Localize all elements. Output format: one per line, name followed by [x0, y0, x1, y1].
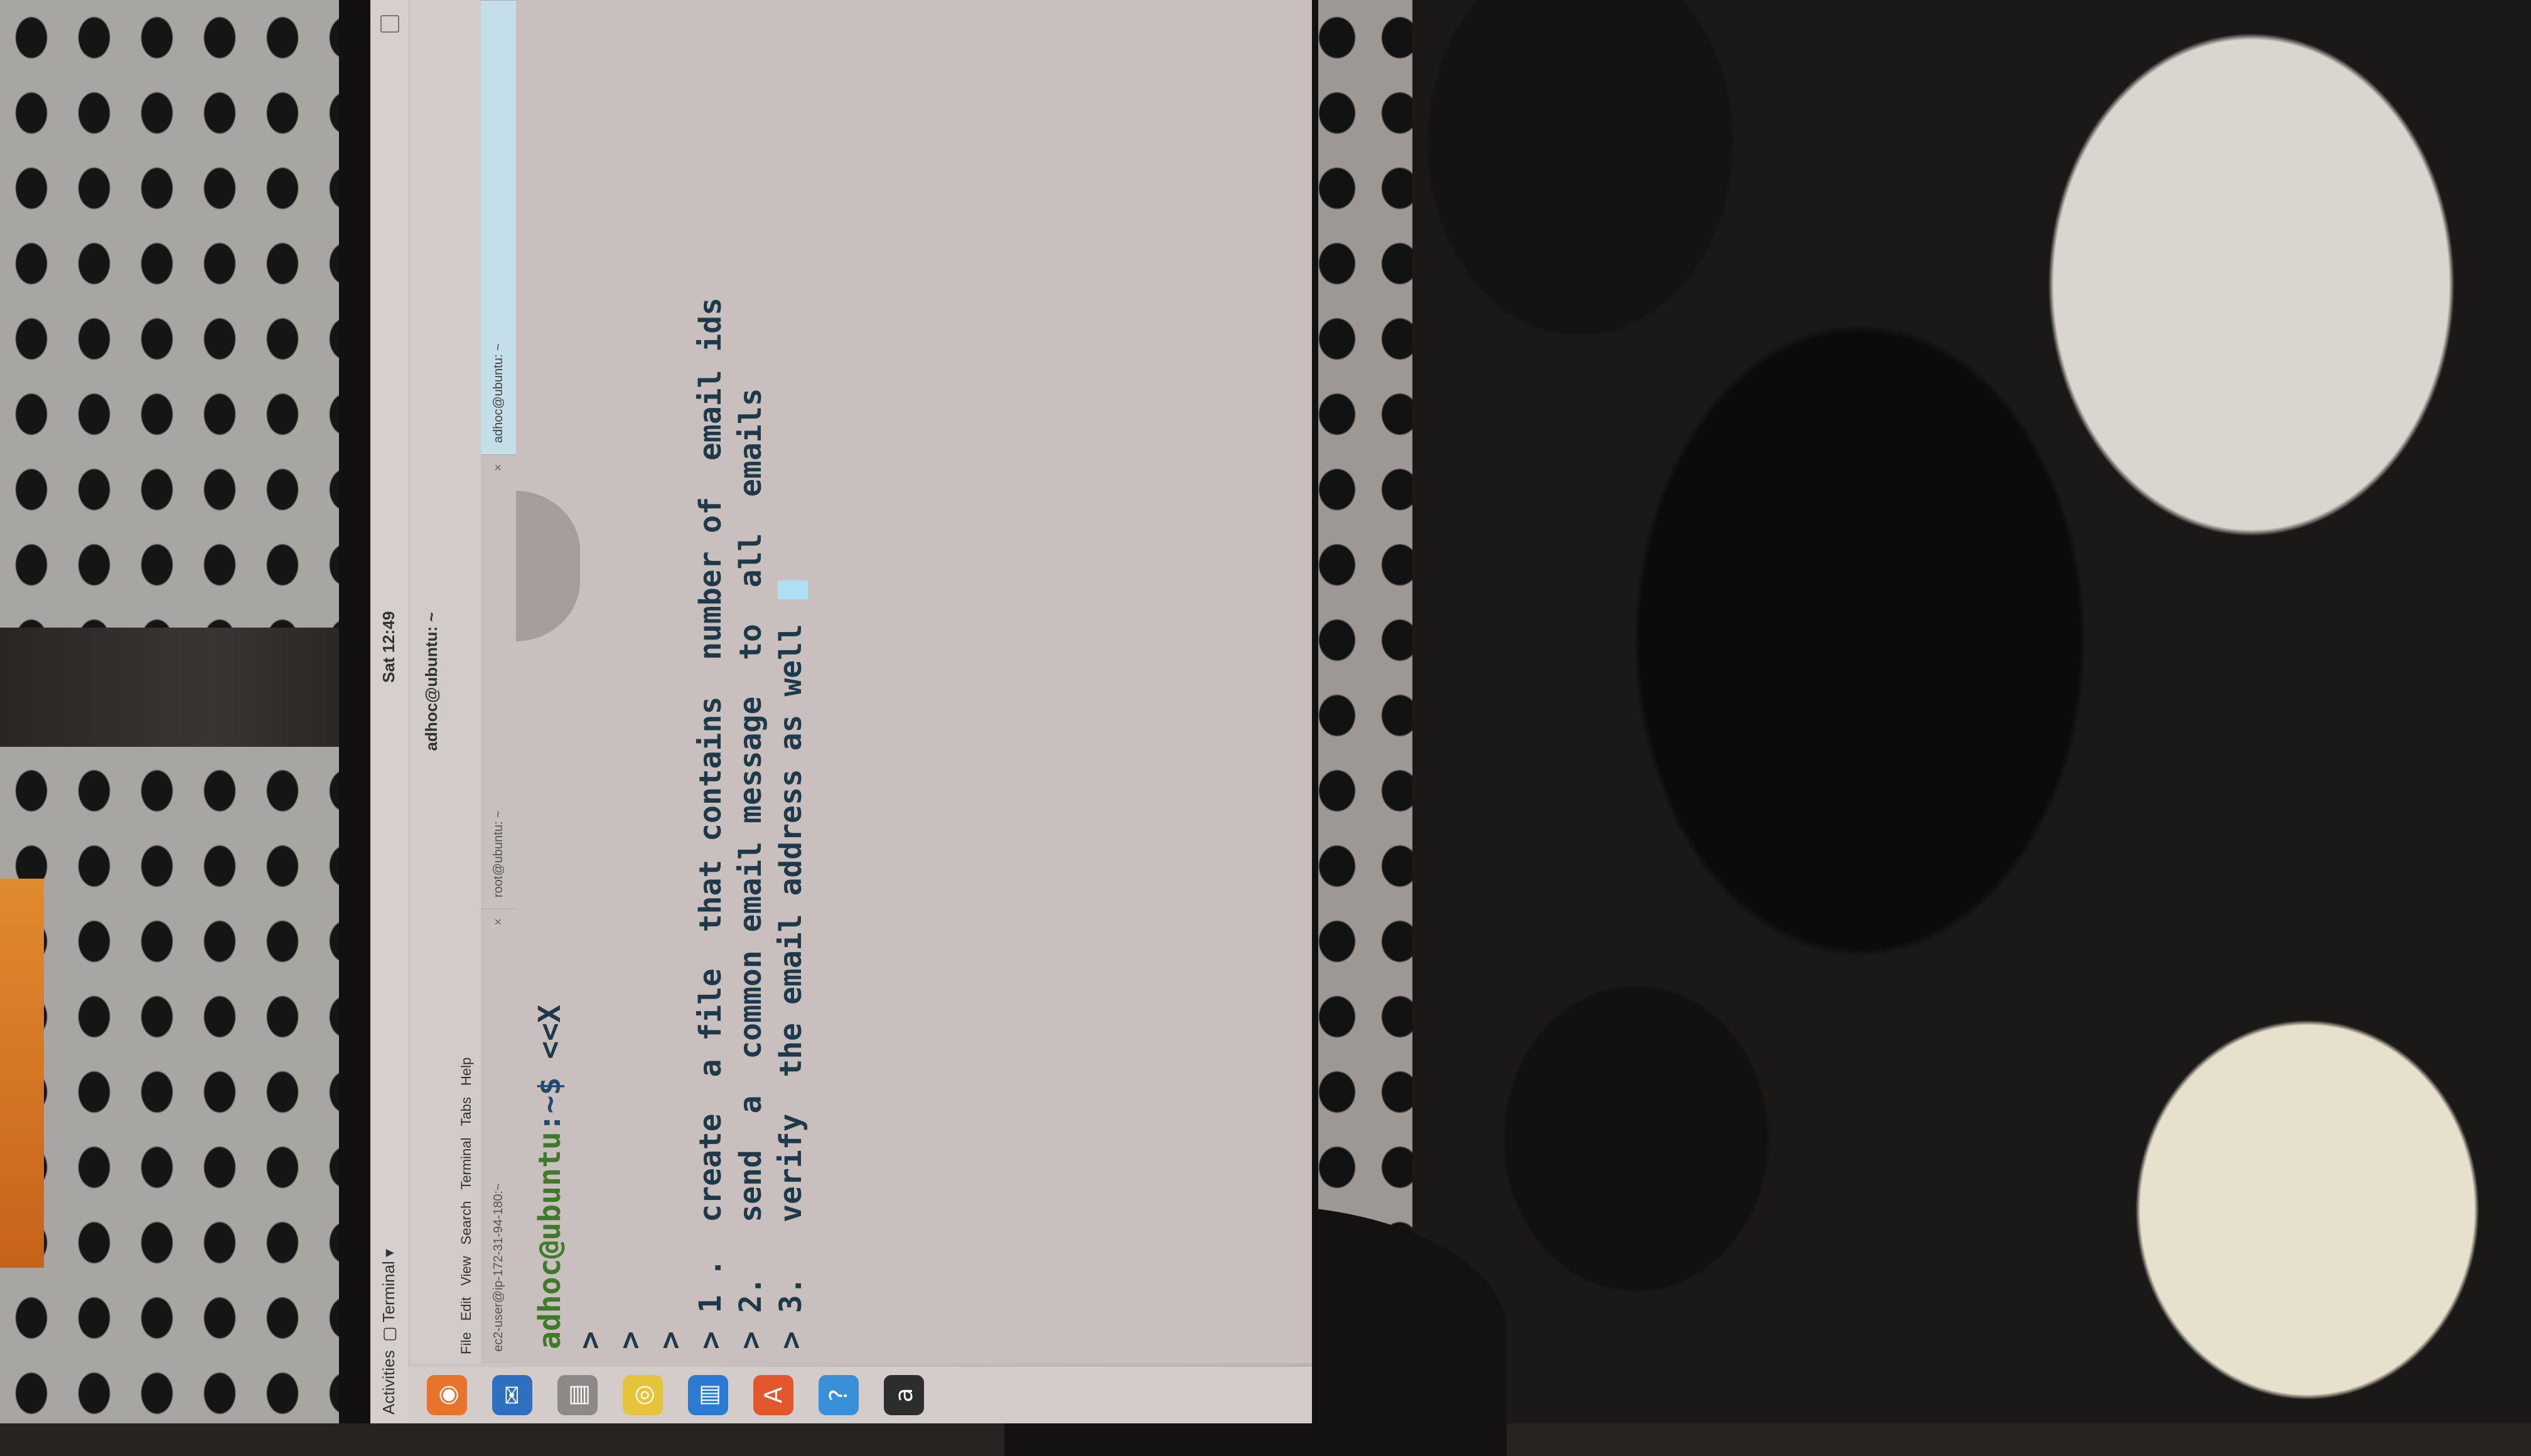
menu-edit[interactable]: Edit	[452, 1297, 481, 1321]
amazon-icon[interactable]: a	[884, 1375, 924, 1415]
clock[interactable]: Sat 12:49	[379, 611, 399, 683]
terminal-window: adhoc@ubuntu: ~ File Edit View Search Te…	[411, 0, 1312, 1363]
heredoc-line: >	[572, 1331, 608, 1349]
heredoc-line: >	[653, 1331, 688, 1349]
prompt-user: adhoc@ubuntu	[532, 1132, 567, 1349]
prompt-path: :~$	[532, 1077, 567, 1132]
software-center-icon[interactable]: A	[753, 1375, 793, 1415]
menu-search[interactable]: Search	[452, 1201, 481, 1245]
text-cursor	[778, 581, 808, 600]
app-menu-label: Terminal	[379, 1261, 398, 1323]
help-icon[interactable]: ?	[819, 1375, 859, 1415]
files-icon[interactable]: ▤	[557, 1375, 598, 1415]
menu-bar: File Edit View Search Terminal Tabs Help	[452, 0, 481, 1363]
heredoc-line: >	[613, 1331, 648, 1349]
window-title: adhoc@ubuntu: ~	[411, 0, 452, 1363]
audience	[1412, 0, 2531, 1423]
chevron-down-icon: ▾	[379, 1249, 398, 1258]
menu-help[interactable]: Help	[452, 1057, 481, 1086]
close-icon[interactable]: ×	[481, 918, 516, 926]
heredoc-line: > 2. send a common email message to all …	[733, 388, 768, 1349]
ubuntu-desktop: Activities ▢ Terminal ▾ Sat 12:49 ◉ ✉ ▤ …	[370, 0, 1312, 1423]
orange-object	[0, 879, 44, 1268]
prompt-line: adhoc@ubuntu:~$ <<X	[530, 14, 570, 1349]
menu-file[interactable]: File	[452, 1332, 481, 1354]
activities-button[interactable]: Activities	[379, 1350, 399, 1415]
firefox-icon[interactable]: ◉	[427, 1375, 467, 1415]
wall-beam	[0, 628, 352, 747]
terminal-app-icon: ▢	[379, 1326, 398, 1342]
menu-terminal[interactable]: Terminal	[452, 1137, 481, 1189]
terminal-output[interactable]: adhoc@ubuntu:~$ <<X > > > > 1 . create a fil…	[517, 0, 1312, 1363]
menu-tabs[interactable]: Tabs	[452, 1097, 481, 1126]
command-text: <<X	[532, 1004, 567, 1078]
menu-view[interactable]: View	[452, 1256, 481, 1285]
heredoc-text: > 3. verify the email address as well	[773, 606, 809, 1349]
power-icon[interactable]	[380, 15, 399, 33]
top-bar: Activities ▢ Terminal ▾ Sat 12:49	[370, 0, 408, 1423]
dock: ◉ ✉ ▤ ◎ ▥ A ? a	[408, 1367, 1312, 1423]
libreoffice-writer-icon[interactable]: ▥	[688, 1375, 728, 1415]
thunderbird-icon[interactable]: ✉	[492, 1375, 532, 1415]
tab-label: adhoc@ubuntu: ~	[492, 343, 505, 443]
heredoc-line: > 1 . create a file that contains number…	[693, 297, 728, 1349]
tab-label: root@ubuntu: ~	[492, 810, 505, 897]
heredoc-line-last: > 3. verify the email address as well	[771, 14, 811, 1349]
tab-root[interactable]: root@ubuntu: ~ ×	[481, 454, 516, 909]
tab-bar: ec2-user@ip-172-31-94-180:~ × root@ubunt…	[481, 0, 516, 1363]
monitor-screen: Activities ▢ Terminal ▾ Sat 12:49 ◉ ✉ ▤ …	[370, 0, 1312, 1423]
tab-label: ec2-user@ip-172-31-94-180:~	[492, 1183, 505, 1352]
rhythmbox-icon[interactable]: ◎	[623, 1375, 663, 1415]
tab-ec2[interactable]: ec2-user@ip-172-31-94-180:~ ×	[481, 909, 516, 1363]
app-menu[interactable]: ▢ Terminal ▾	[379, 1249, 399, 1342]
close-icon[interactable]: ×	[481, 464, 516, 471]
tab-adhoc[interactable]: adhoc@ubuntu: ~	[481, 0, 516, 454]
